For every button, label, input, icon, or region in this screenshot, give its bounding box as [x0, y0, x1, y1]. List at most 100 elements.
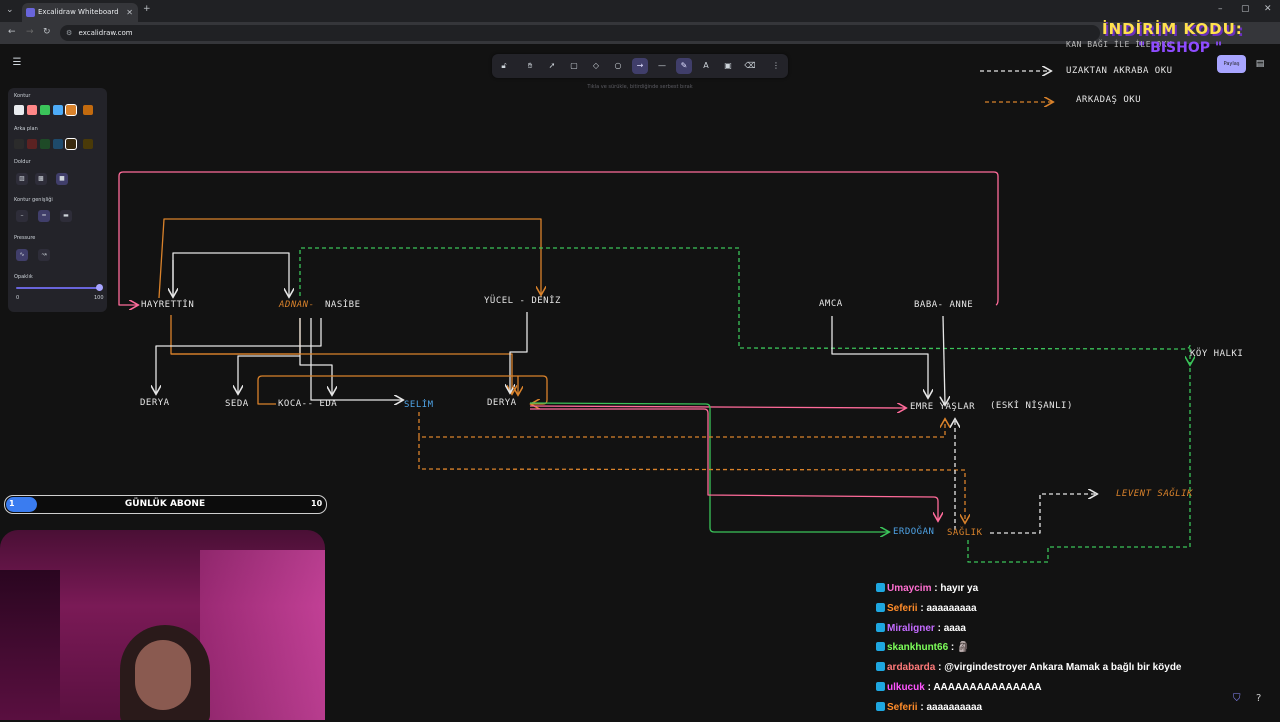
chat-username[interactable]: Miraligner — [887, 623, 935, 634]
diamond-icon[interactable]: ◇ — [588, 58, 604, 74]
legend-distant-label: UZAKTAN AKRABA OKU — [1066, 66, 1173, 76]
ellipse-icon[interactable]: ○ — [610, 58, 626, 74]
opacity-min: 0 — [16, 295, 20, 301]
fill-hachure-icon[interactable]: ▨ — [16, 173, 28, 185]
badge-icon — [876, 662, 885, 672]
pressure-variable-icon[interactable]: ↝ — [38, 249, 50, 261]
text-icon[interactable]: A — [698, 58, 714, 74]
chat-username[interactable]: skankhunt66 — [887, 642, 948, 653]
chat-message: skankhunt66 : 🗿 — [876, 642, 1236, 662]
node-koy-halki[interactable]: KÖY HALKI — [1190, 349, 1243, 359]
help-icon[interactable]: ? — [1256, 693, 1261, 704]
chat-text: aaaaaaaaaa — [926, 701, 983, 713]
webcam-face — [135, 640, 191, 710]
node-emre-yaslar[interactable]: EMRE YAŞLAR — [910, 402, 975, 412]
lock-icon[interactable]: 🔓︎ — [496, 58, 512, 74]
badge-icon — [876, 701, 885, 711]
node-nasibe[interactable]: NASİBE — [325, 300, 361, 310]
node-erdogan[interactable]: ERDOĞAN — [893, 527, 934, 537]
stroke-extra-bold-icon[interactable]: ▬ — [60, 210, 72, 222]
node-yucel-deniz[interactable]: YÜCEL - DENİZ — [484, 296, 561, 306]
eraser-icon[interactable]: ⌫ — [742, 58, 758, 74]
library-icon[interactable]: ▤ — [1251, 55, 1269, 73]
badge-icon — [876, 583, 885, 592]
chat-text: hayır ya — [940, 583, 979, 594]
chat-username[interactable]: Umaycim — [887, 583, 931, 594]
node-baba-anne[interactable]: BABA- ANNE — [914, 300, 973, 310]
shield-icon[interactable]: ⛉ — [1233, 693, 1241, 704]
node-hayrettin[interactable]: HAYRETTİN — [141, 300, 194, 310]
image-icon[interactable]: ▣ — [720, 58, 736, 74]
stroke-color-swatch[interactable] — [65, 104, 77, 116]
line-icon[interactable]: — — [654, 58, 670, 74]
background-label: Arka plan — [14, 126, 38, 132]
node-koca-eda[interactable]: KOCA-- EDA — [278, 399, 337, 409]
background-color-swatch[interactable] — [40, 139, 50, 149]
stroke-label: Kontur — [14, 93, 31, 99]
background-color-swatch[interactable] — [14, 139, 24, 149]
chat-message: Miraligner : aaaa — [876, 622, 1236, 643]
node-selim[interactable]: SELİM — [404, 400, 434, 410]
stroke-color-swatch[interactable] — [83, 105, 93, 115]
background-color-swatch[interactable] — [65, 138, 77, 150]
node-seda[interactable]: SEDA — [225, 399, 249, 409]
badge-icon — [876, 622, 885, 632]
chat-message: ulkucuk : AAAAAAAAAAAAAAA — [876, 681, 1236, 702]
stroke-color-swatch[interactable] — [40, 105, 50, 115]
promo-code-value: " BISHOP " — [1138, 40, 1223, 56]
stroke-color-swatch[interactable] — [27, 105, 37, 115]
pressure-fixed-icon[interactable]: ∿ — [16, 249, 28, 261]
node-levent-saglik[interactable]: LEVENT SAĞLIK — [1116, 489, 1193, 499]
chat-text: aaaa — [943, 622, 966, 634]
background-color-swatch[interactable] — [27, 139, 37, 149]
fill-crosshatch-icon[interactable]: ▩ — [35, 173, 47, 185]
stroke-bold-icon[interactable]: ━ — [38, 210, 50, 222]
sub-goal-title: GÜNLÜK ABONE — [124, 499, 206, 509]
node-amca[interactable]: AMCA — [819, 299, 843, 309]
background-color-swatch[interactable] — [83, 139, 93, 149]
node-derya-2[interactable]: DERYA — [487, 398, 517, 408]
chat-text: aaaaaaaaa — [926, 602, 977, 614]
chat-username[interactable]: Seferii — [887, 702, 918, 713]
webcam-feed — [0, 530, 325, 720]
badge-icon — [876, 681, 885, 691]
chat-username[interactable]: ulkucuk — [887, 682, 925, 693]
share-button[interactable]: Paylaş — [1217, 55, 1246, 73]
arrow-icon[interactable]: → — [632, 58, 648, 74]
opacity-max: 100 — [94, 295, 104, 301]
shapes-toolbar: 🔓︎ ✋︎ ➚ ▢ ◇ ○ → — ✎ A ▣ ⌫ ⋮ — [492, 54, 788, 78]
node-eski-nisanli[interactable]: (ESKİ NİŞANLI) — [990, 401, 1073, 411]
node-adnan[interactable]: ADNAN- — [279, 300, 315, 310]
stroke-width-label: Kontur genişliği — [14, 197, 53, 203]
chat-username[interactable]: ardabarda — [887, 662, 935, 673]
webcam-shelf — [0, 570, 60, 720]
chat-message: Umaycim : hayır ya — [876, 583, 1236, 603]
stroke-color-swatch[interactable] — [53, 105, 63, 115]
badge-icon — [876, 642, 885, 652]
stroke-color-swatch[interactable] — [14, 105, 24, 115]
main-menu-button[interactable]: ☰ — [9, 55, 25, 71]
chat-separator: : — [935, 662, 945, 674]
node-saglik[interactable]: SAĞLIK — [947, 528, 983, 538]
opacity-slider-handle[interactable] — [96, 284, 103, 291]
node-derya-1[interactable]: DERYA — [140, 398, 170, 408]
more-tools-icon[interactable]: ⋮ — [768, 58, 784, 74]
rectangle-icon[interactable]: ▢ — [566, 58, 582, 74]
background-color-swatch[interactable] — [53, 139, 63, 149]
badge-icon — [876, 602, 885, 612]
webcam-wardrobe — [200, 550, 325, 720]
sub-goal-target: 10 — [311, 499, 323, 508]
hand-icon[interactable]: ✋︎ — [522, 58, 538, 74]
chat-text: @virgindestroyer Ankara Mamak a bağlı bi… — [944, 662, 1182, 674]
stream-chat: Umaycim : hayır ya Seferii : aaaaaaaaa Mir… — [876, 583, 1236, 722]
chat-username[interactable]: Seferii — [887, 603, 918, 614]
selection-icon[interactable]: ➚ — [544, 58, 560, 74]
fill-label: Doldur — [14, 159, 31, 165]
stroke-thin-icon[interactable]: – — [16, 210, 28, 222]
chat-separator: : — [934, 622, 944, 634]
chat-message: Seferii : aaaaaaaaa — [876, 602, 1236, 623]
pencil-icon[interactable]: ✎ — [676, 58, 692, 74]
opacity-slider[interactable] — [16, 287, 100, 289]
properties-panel: Kontur Arka plan Doldur ▨ ▩ ■ Kontur gen… — [8, 88, 107, 312]
fill-solid-icon[interactable]: ■ — [56, 173, 68, 185]
